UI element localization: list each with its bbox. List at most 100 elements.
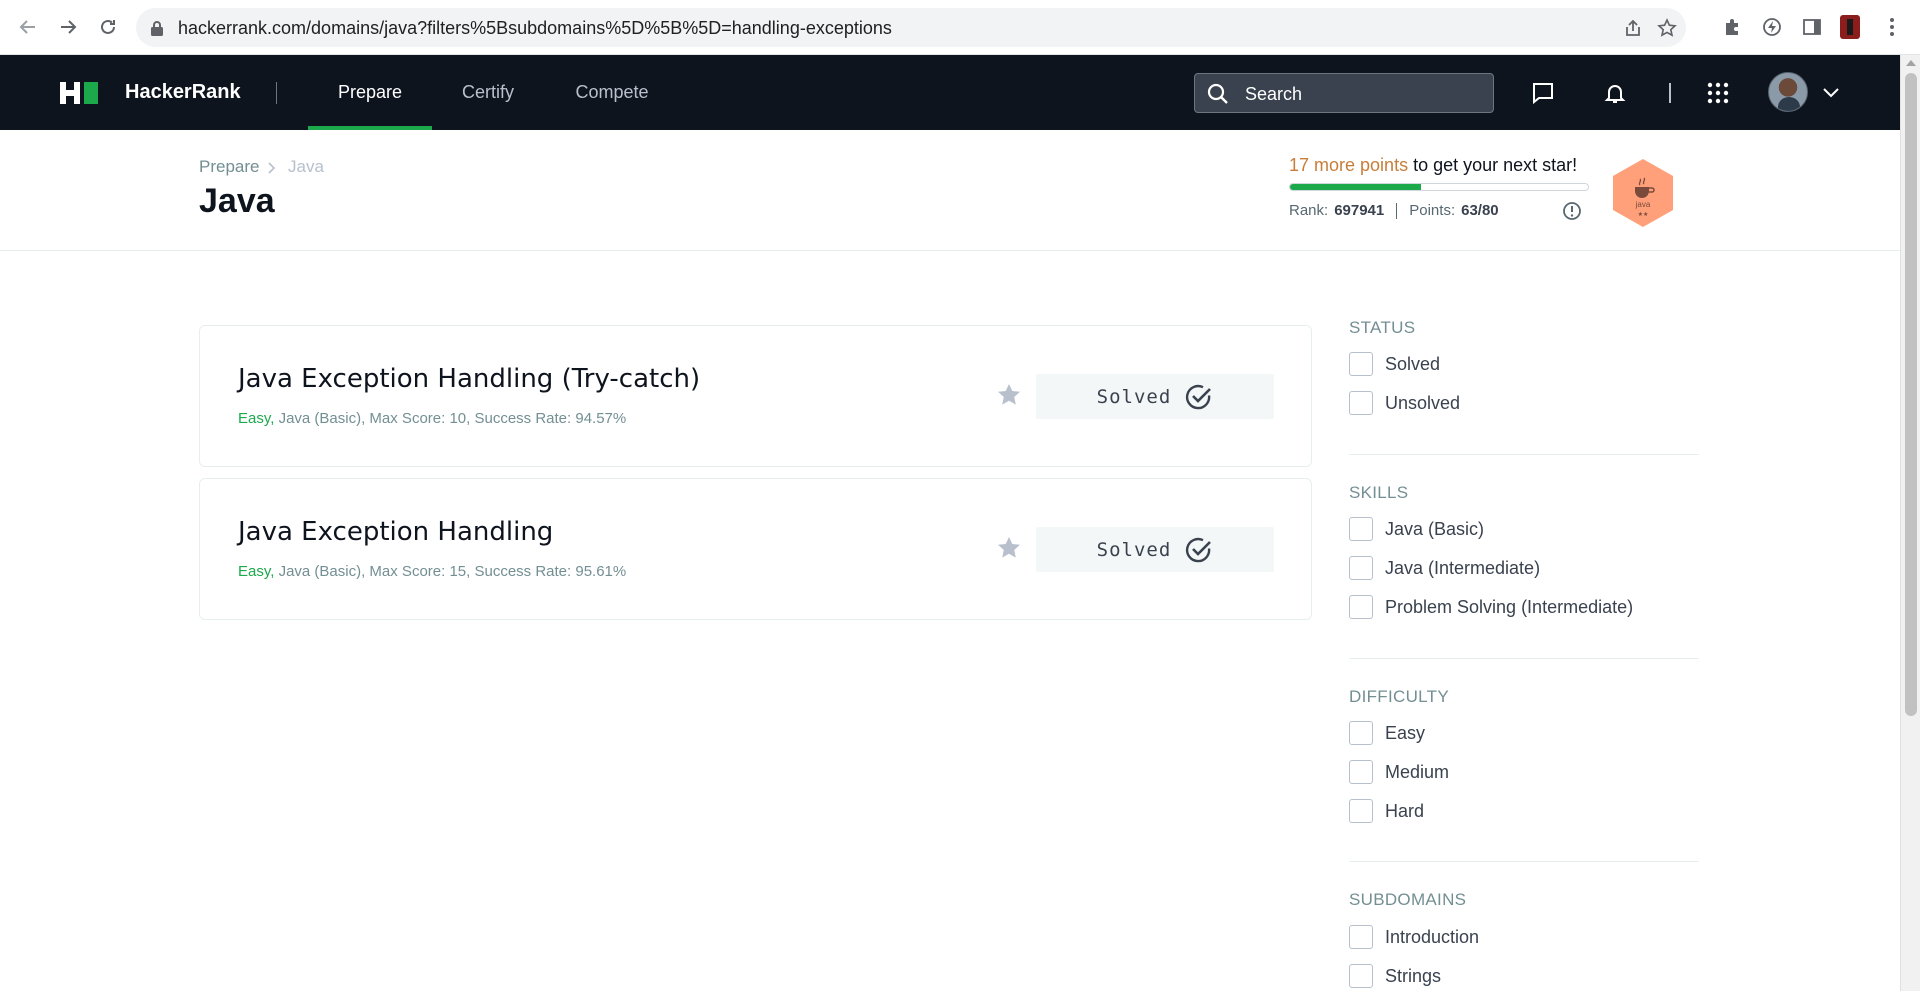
bookmark-star-icon[interactable] bbox=[996, 382, 1022, 408]
apps-grid-icon[interactable] bbox=[1705, 80, 1731, 106]
filter-label: Problem Solving (Intermediate) bbox=[1385, 596, 1634, 617]
profile-icon[interactable] bbox=[1838, 15, 1862, 39]
challenge-title[interactable]: Java Exception Handling bbox=[238, 517, 553, 547]
points-label: Points: bbox=[1409, 202, 1456, 219]
star-progress-fill bbox=[1290, 184, 1422, 190]
tab-label: Prepare bbox=[337, 82, 403, 102]
breadcrumb-java: Java bbox=[288, 157, 324, 176]
reload-button[interactable] bbox=[94, 13, 122, 41]
challenge-card[interactable]: Java Exception Handling (Try-catch) Easy… bbox=[199, 325, 1312, 467]
checkbox[interactable] bbox=[1349, 964, 1373, 988]
rank-label: Rank: bbox=[1289, 202, 1329, 219]
hackerrank-logo-icon[interactable] bbox=[60, 82, 100, 108]
checkbox[interactable] bbox=[1349, 517, 1373, 541]
filter-hard[interactable]: Hard bbox=[1349, 798, 1424, 824]
tab-label: Compete bbox=[575, 82, 649, 102]
tab-label: Certify bbox=[461, 82, 514, 102]
arrow-left-icon bbox=[19, 20, 35, 34]
filter-divider bbox=[1349, 861, 1699, 862]
filter-java-intermediate[interactable]: Java (Intermediate) bbox=[1349, 555, 1540, 581]
challenge-title[interactable]: Java Exception Handling (Try-catch) bbox=[238, 364, 700, 394]
logo-text[interactable]: HackerRank bbox=[125, 81, 241, 104]
filter-label: Medium bbox=[1385, 761, 1450, 782]
chevron-right-icon bbox=[267, 160, 277, 179]
next-star-message: 17 more points to get your next star! bbox=[1289, 155, 1577, 176]
filter-divider bbox=[1349, 658, 1699, 659]
kebab-menu-icon[interactable] bbox=[1880, 15, 1904, 39]
bookmark-star-icon[interactable] bbox=[996, 535, 1022, 561]
address-bar[interactable]: hackerrank.com/domains/java?filters%5Bsu… bbox=[136, 8, 1686, 47]
filter-label: Hard bbox=[1385, 800, 1425, 821]
rank-points-row: Rank: 697941 Points: 63/80 bbox=[1289, 202, 1499, 220]
back-button[interactable] bbox=[14, 13, 42, 41]
checkbox[interactable] bbox=[1349, 925, 1373, 949]
checkbox[interactable] bbox=[1349, 799, 1373, 823]
bookmark-star-icon[interactable] bbox=[1656, 17, 1678, 39]
java-badge[interactable]: java ★★ bbox=[1610, 157, 1676, 229]
filter-heading-status: STATUS bbox=[1349, 318, 1416, 337]
filter-label: Easy bbox=[1385, 722, 1426, 743]
forward-button[interactable] bbox=[54, 13, 82, 41]
checkbox[interactable] bbox=[1349, 352, 1373, 376]
checkbox[interactable] bbox=[1349, 556, 1373, 580]
difficulty-label: Easy, bbox=[238, 563, 275, 580]
lock-icon[interactable] bbox=[146, 17, 168, 39]
tab-prepare[interactable]: Prepare bbox=[308, 55, 432, 130]
filter-label: Java (Basic) bbox=[1385, 518, 1485, 539]
solved-button[interactable]: Solved bbox=[1036, 527, 1274, 572]
checkbox[interactable] bbox=[1349, 595, 1373, 619]
search-input[interactable]: Search bbox=[1194, 73, 1494, 113]
filter-unsolved[interactable]: Unsolved bbox=[1349, 390, 1460, 416]
breadcrumb-prepare[interactable]: Prepare bbox=[199, 157, 259, 177]
filter-label: Strings bbox=[1385, 965, 1442, 986]
browser-toolbar: hackerrank.com/domains/java?filters%5Bsu… bbox=[0, 0, 1920, 55]
star-message-suffix: to get your next star! bbox=[1408, 155, 1578, 175]
filter-label: Introduction bbox=[1385, 926, 1480, 947]
page-scrollbar[interactable] bbox=[1900, 55, 1920, 991]
solved-label: Solved bbox=[1096, 385, 1172, 408]
challenge-meta: Easy, Java (Basic), Max Score: 15, Succe… bbox=[238, 563, 626, 580]
challenge-details: Java (Basic), Max Score: 15, Success Rat… bbox=[274, 563, 627, 580]
filter-label: Solved bbox=[1385, 353, 1441, 374]
filter-heading-subdomains: SUBDOMAINS bbox=[1349, 890, 1467, 909]
check-circle-icon bbox=[1186, 384, 1212, 409]
points-value: 63/80 bbox=[1461, 202, 1499, 219]
chevron-down-icon[interactable] bbox=[1818, 80, 1844, 106]
filter-strings[interactable]: Strings bbox=[1349, 963, 1441, 989]
checkbox[interactable] bbox=[1349, 760, 1373, 784]
search-icon bbox=[1207, 83, 1229, 109]
extension-bolt-icon[interactable] bbox=[1760, 15, 1784, 39]
arrow-right-icon bbox=[61, 20, 77, 34]
logo-divider bbox=[276, 82, 277, 104]
challenge-card[interactable]: Java Exception Handling Easy, Java (Basi… bbox=[199, 478, 1312, 620]
share-icon[interactable] bbox=[1622, 17, 1644, 39]
user-avatar[interactable] bbox=[1768, 72, 1808, 112]
check-circle-icon bbox=[1186, 537, 1212, 562]
side-panel-icon[interactable] bbox=[1800, 15, 1824, 39]
scroll-up-arrow-icon[interactable] bbox=[1906, 60, 1916, 66]
info-icon[interactable] bbox=[1562, 201, 1582, 225]
filter-solved[interactable]: Solved bbox=[1349, 351, 1440, 377]
extensions-puzzle-icon[interactable] bbox=[1720, 15, 1744, 39]
messages-icon[interactable] bbox=[1530, 80, 1556, 106]
challenge-meta: Easy, Java (Basic), Max Score: 10, Succe… bbox=[238, 410, 626, 427]
url-text[interactable]: hackerrank.com/domains/java?filters%5Bsu… bbox=[178, 18, 892, 39]
search-placeholder: Search bbox=[1245, 84, 1303, 104]
solved-button[interactable]: Solved bbox=[1036, 374, 1274, 419]
filter-medium[interactable]: Medium bbox=[1349, 759, 1449, 785]
badge-stars: ★★ bbox=[1638, 211, 1649, 218]
checkbox[interactable] bbox=[1349, 721, 1373, 745]
filter-divider bbox=[1349, 454, 1699, 455]
filter-java-basic[interactable]: Java (Basic) bbox=[1349, 516, 1484, 542]
tab-compete[interactable]: Compete bbox=[568, 55, 656, 130]
checkbox[interactable] bbox=[1349, 391, 1373, 415]
filter-problem-solving-intermediate[interactable]: Problem Solving (Intermediate) bbox=[1349, 594, 1633, 620]
rank-value: 697941 bbox=[1334, 202, 1385, 219]
notifications-bell-icon[interactable] bbox=[1602, 80, 1628, 106]
filter-introduction[interactable]: Introduction bbox=[1349, 924, 1479, 950]
scrollbar-thumb[interactable] bbox=[1905, 73, 1917, 716]
filter-easy[interactable]: Easy bbox=[1349, 720, 1425, 746]
page-header: Prepare Java Java 17 more points to get … bbox=[0, 130, 1900, 251]
tab-certify[interactable]: Certify bbox=[452, 55, 524, 130]
filter-heading-difficulty: DIFFICULTY bbox=[1349, 687, 1449, 706]
